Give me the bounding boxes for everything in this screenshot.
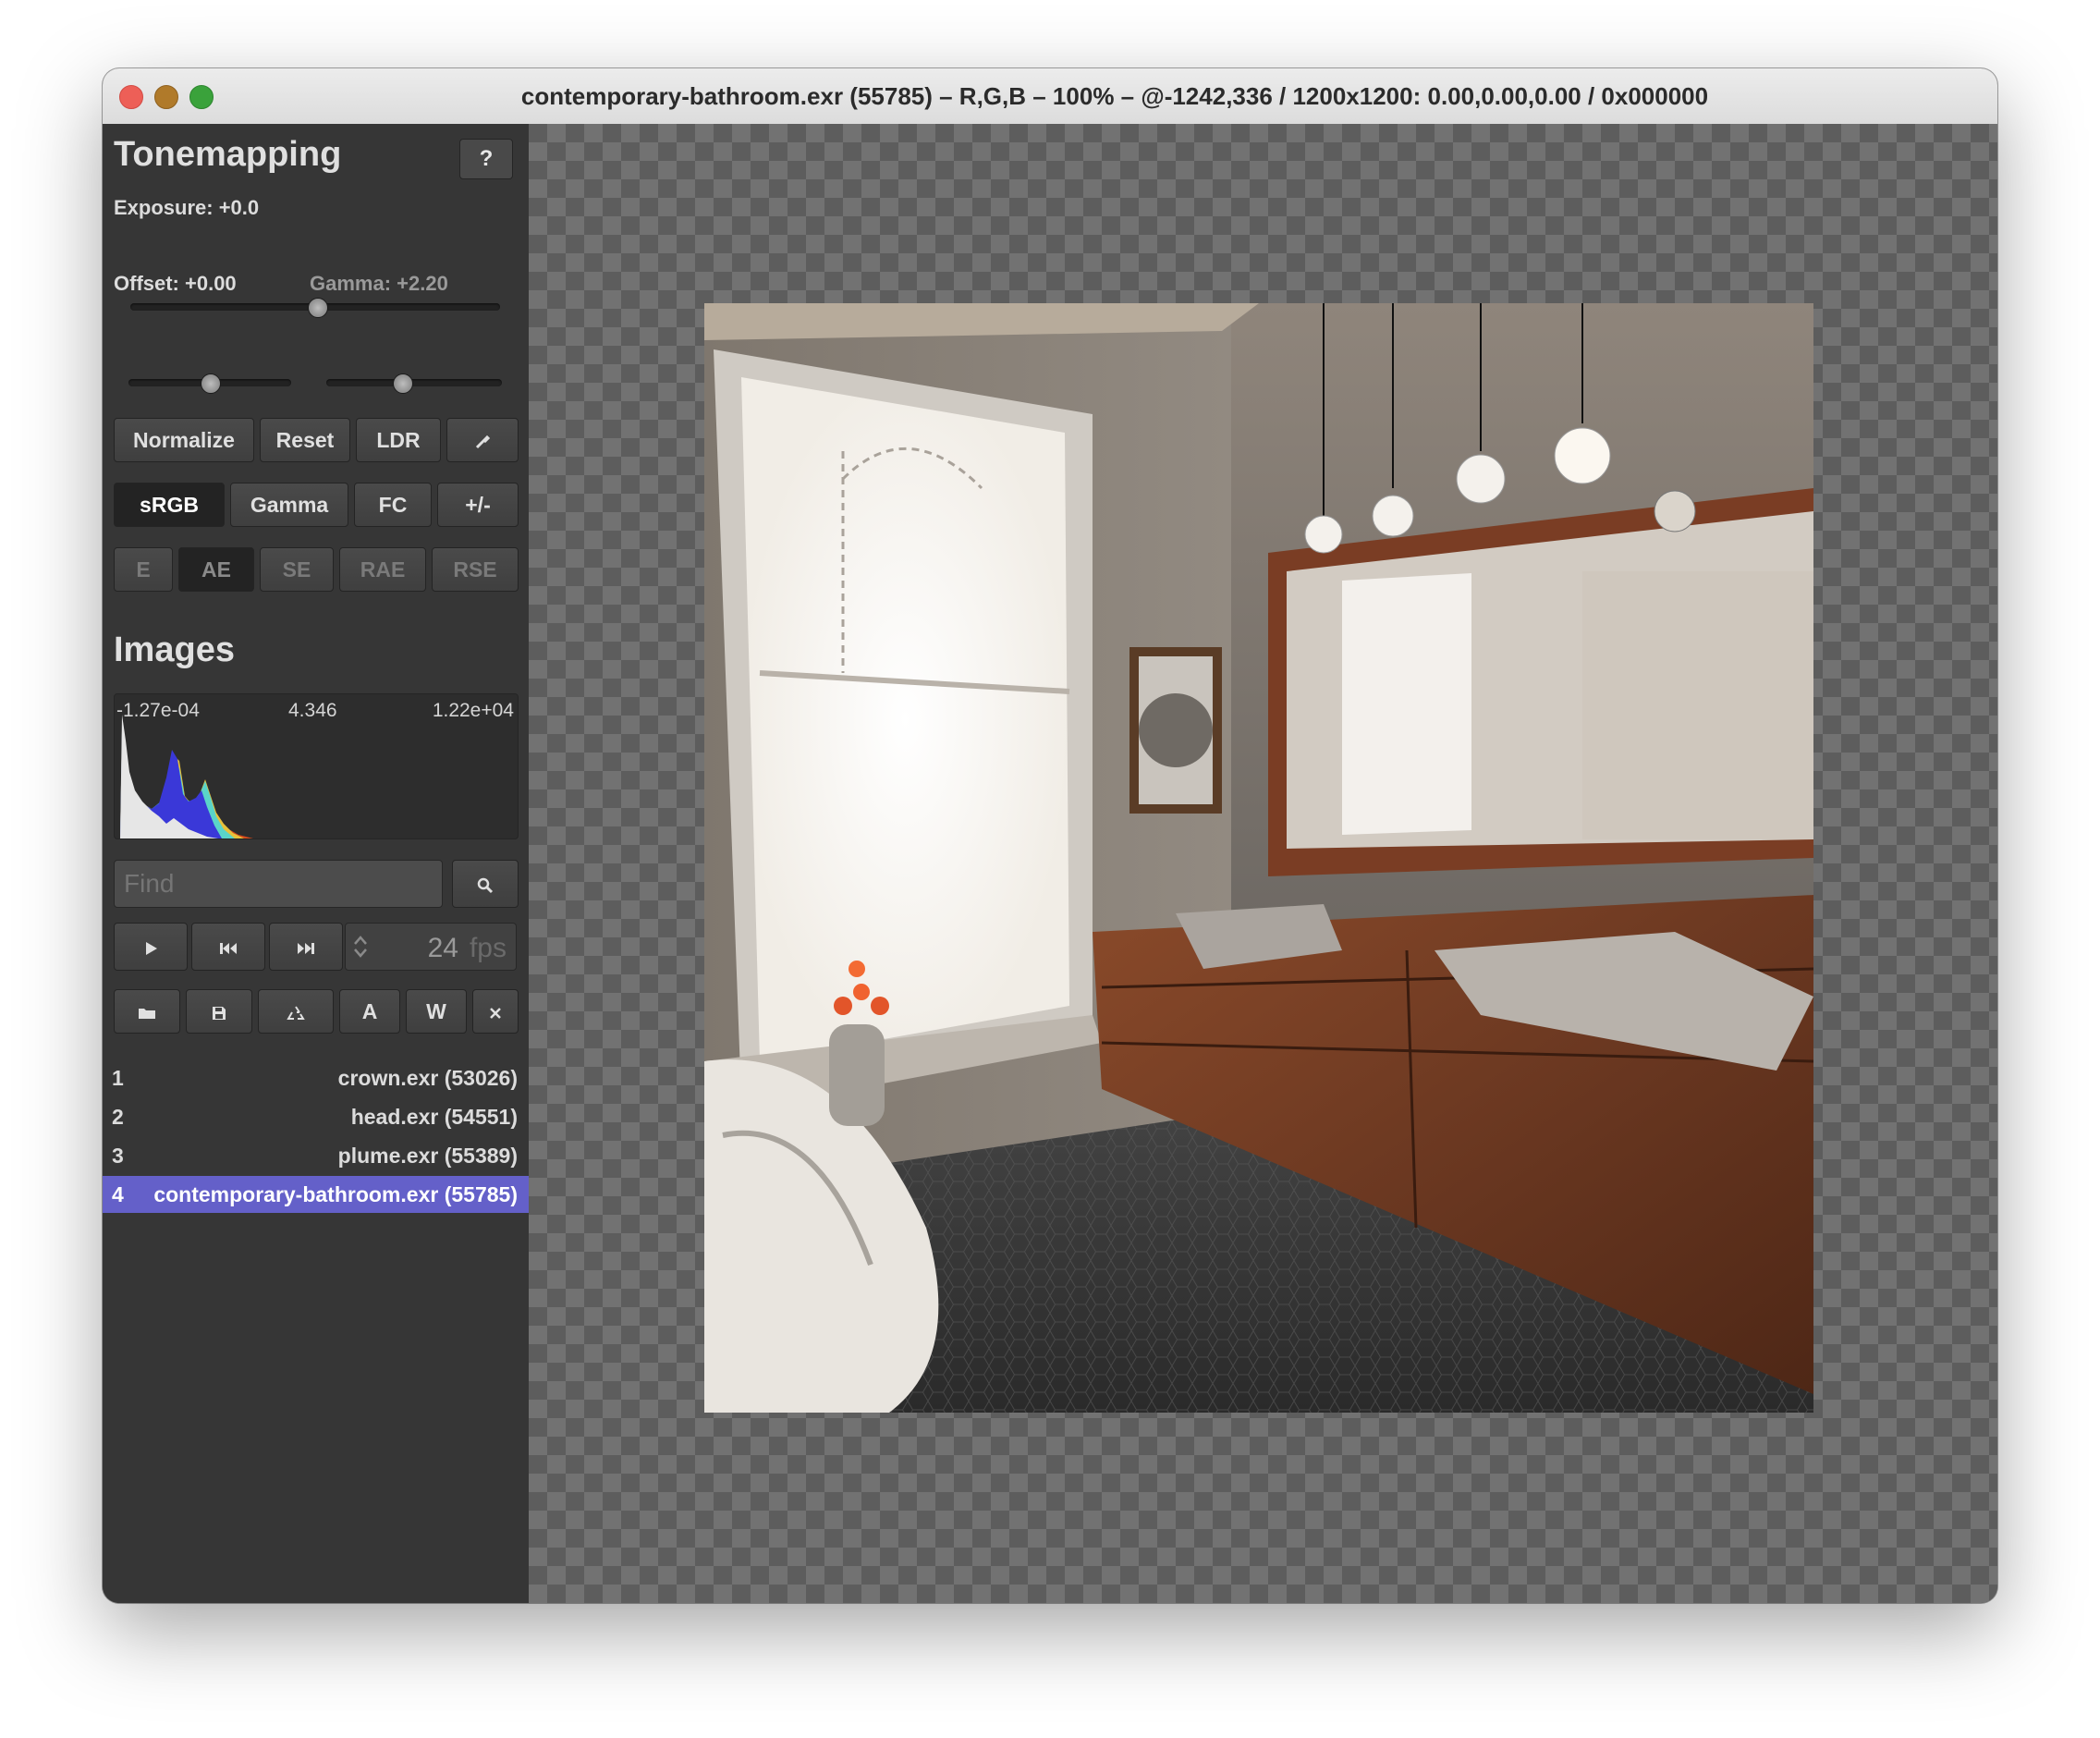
play-icon: [146, 941, 157, 955]
images-heading: Images: [114, 630, 235, 669]
save-image-button[interactable]: [186, 989, 252, 1034]
tonemap-srgb[interactable]: sRGB: [114, 483, 225, 527]
tonemap-gamma[interactable]: Gamma: [230, 483, 348, 527]
metric-se[interactable]: SE: [260, 547, 334, 592]
window-title: contemporary-bathroom.exr (55785) – R,G,…: [520, 82, 1709, 110]
metric-e[interactable]: E: [114, 547, 173, 592]
image-number: 3: [112, 1144, 124, 1168]
eyedropper-button[interactable]: [446, 418, 519, 462]
reload-image-button[interactable]: [258, 989, 334, 1034]
image-name: plume.exr (55389): [337, 1144, 518, 1168]
image-list-item-selected[interactable]: 4 contemporary-bathroom.exr (55785): [103, 1176, 529, 1213]
watch-button[interactable]: W: [406, 989, 467, 1034]
app-window: contemporary-bathroom.exr (55785) – R,G,…: [103, 68, 1997, 1603]
stepper-arrows-icon: [354, 936, 367, 958]
previous-image-button[interactable]: [191, 923, 265, 971]
zoom-window-button[interactable]: [189, 85, 214, 109]
reset-button[interactable]: Reset: [260, 418, 350, 462]
image-number: 2: [112, 1105, 124, 1129]
exposure-label: Exposure: +0.0: [114, 196, 260, 219]
recycle-icon: [287, 1006, 305, 1020]
fps-value: 24: [427, 933, 458, 963]
metric-ae[interactable]: AE: [178, 547, 254, 592]
tonemap-falsecolor[interactable]: FC: [354, 483, 432, 527]
eyedropper-icon: [475, 434, 491, 448]
close-image-button[interactable]: [472, 989, 519, 1034]
open-image-button[interactable]: [114, 989, 180, 1034]
skip-forward-icon: [298, 942, 314, 954]
tonemap-positive-negative[interactable]: +/-: [437, 483, 519, 527]
ldr-button[interactable]: LDR: [356, 418, 441, 462]
gamma-label: Gamma: +2.20: [310, 272, 448, 295]
folder-icon: [139, 1008, 155, 1019]
histogram-plot: [120, 715, 253, 838]
play-button[interactable]: [114, 923, 188, 971]
search-button[interactable]: [452, 860, 519, 908]
rendered-image[interactable]: [704, 303, 1813, 1413]
close-window-button[interactable]: [119, 85, 143, 109]
image-name: crown.exr (53026): [337, 1066, 518, 1090]
image-number: 4: [112, 1182, 124, 1206]
tonemapping-heading: Tonemapping: [114, 135, 342, 174]
image-list-item[interactable]: 3 plume.exr (55389): [103, 1137, 529, 1174]
image-list-item[interactable]: 1 crown.exr (53026): [103, 1059, 529, 1096]
histogram: -1.27e-04 4.346 1.22e+04: [114, 693, 519, 839]
find-input[interactable]: [114, 860, 443, 908]
normalize-button[interactable]: Normalize: [114, 418, 254, 462]
exposure-slider-thumb[interactable]: [308, 298, 328, 318]
image-number: 1: [112, 1066, 124, 1090]
show-all-button[interactable]: A: [339, 989, 400, 1034]
image-name: contemporary-bathroom.exr (55785): [153, 1182, 518, 1206]
floppy-icon: [213, 1006, 226, 1020]
minimize-window-button[interactable]: [154, 85, 178, 109]
image-name: head.exr (54551): [350, 1105, 518, 1129]
fps-stepper[interactable]: 24 fps: [345, 923, 517, 971]
gamma-slider-thumb[interactable]: [393, 373, 413, 394]
metric-rse[interactable]: RSE: [432, 547, 519, 592]
next-image-button[interactable]: [269, 923, 343, 971]
close-icon: [490, 1008, 501, 1019]
image-list-item[interactable]: 2 head.exr (54551): [103, 1098, 529, 1135]
offset-slider-thumb[interactable]: [201, 373, 221, 394]
gamma-slider[interactable]: [326, 379, 502, 386]
metric-rae[interactable]: RAE: [339, 547, 426, 592]
skip-back-icon: [220, 942, 237, 954]
sidebar: Tonemapping ? Exposure: +0.0 Offset: +0.…: [103, 124, 529, 1603]
fps-unit: fps: [469, 933, 507, 963]
bathroom-render: [704, 303, 1813, 1413]
search-icon: [477, 877, 494, 893]
image-viewer-canvas[interactable]: [529, 124, 1997, 1603]
help-button[interactable]: ?: [459, 139, 513, 179]
offset-label: Offset: +0.00: [114, 272, 237, 295]
title-bar: contemporary-bathroom.exr (55785) – R,G,…: [103, 68, 1997, 125]
